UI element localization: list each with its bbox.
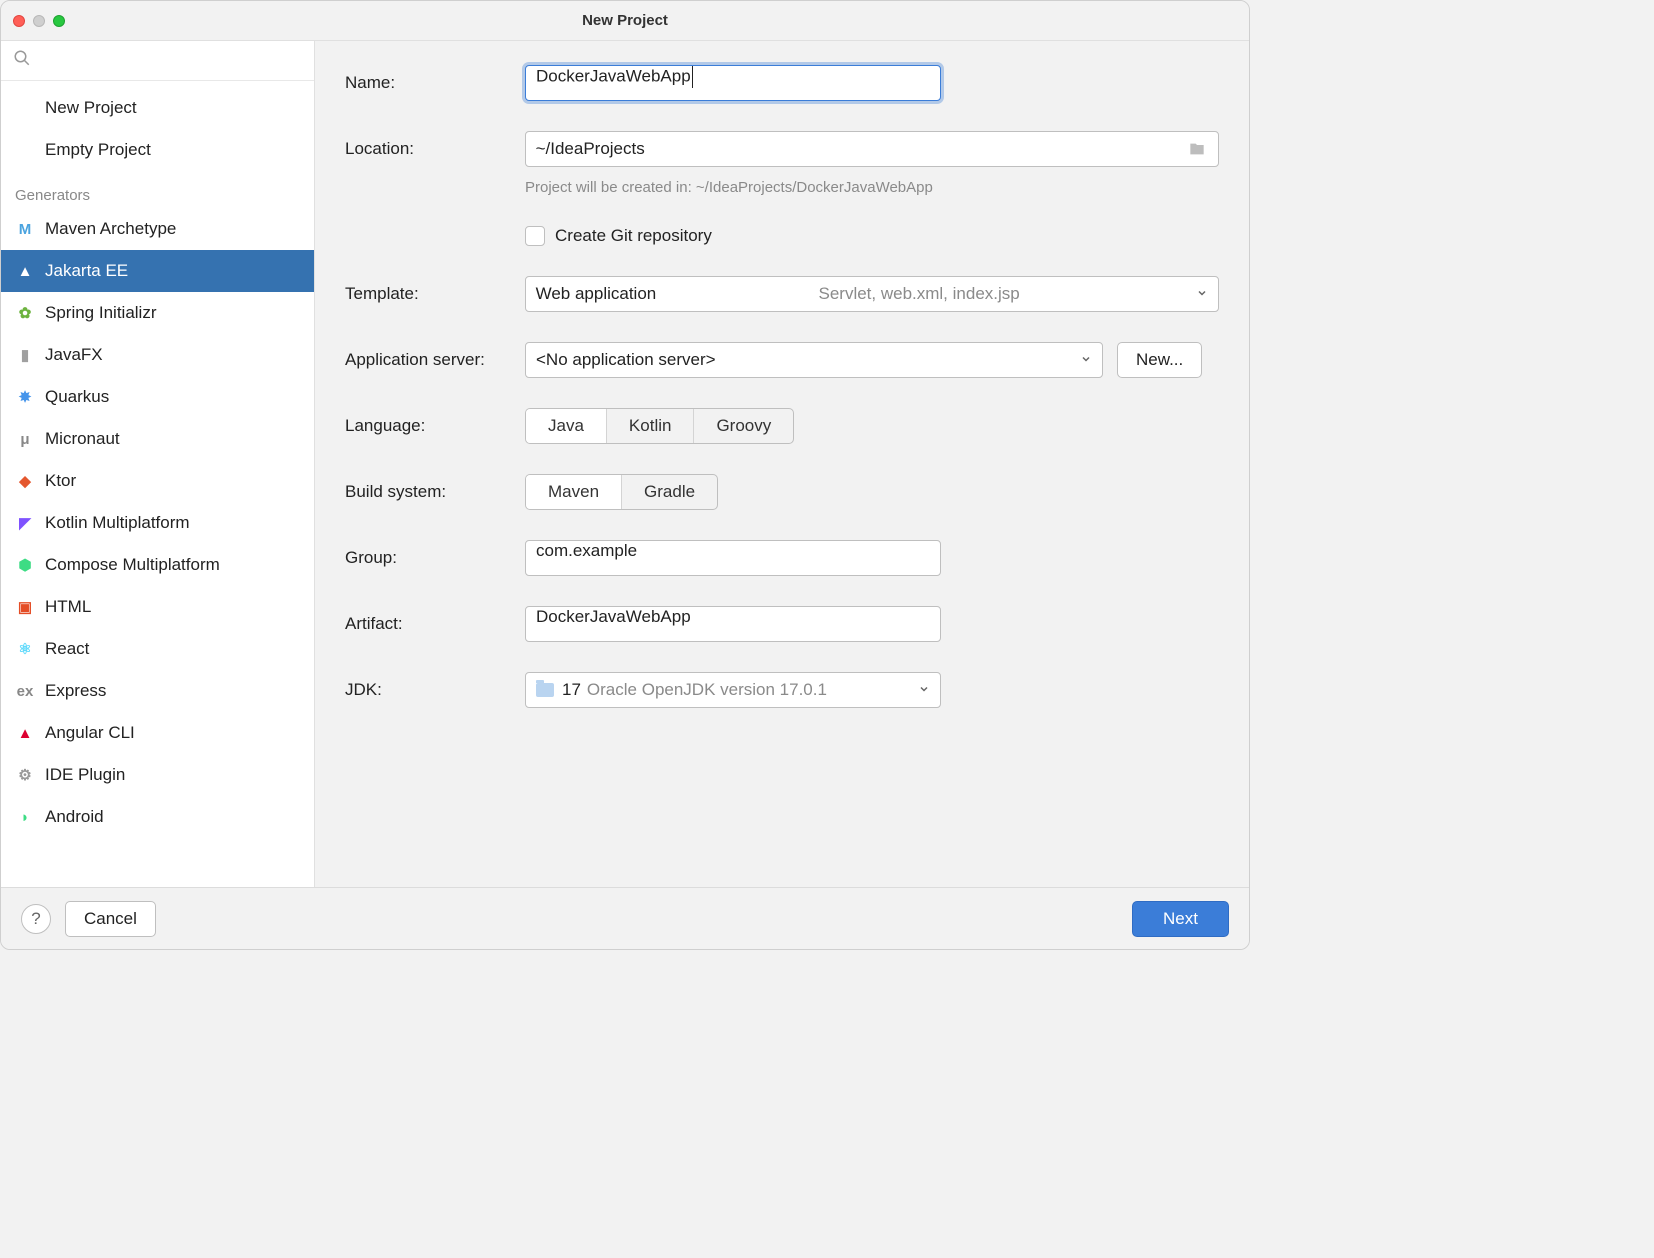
template-select[interactable]: Web application Servlet, web.xml, index.… <box>525 276 1219 312</box>
kotlin-multiplatform-icon: ◤ <box>15 513 35 533</box>
sidebar-item-kotlin-multiplatform[interactable]: ◤ Kotlin Multiplatform <box>1 502 314 544</box>
appserver-select[interactable]: <No application server> <box>525 342 1103 378</box>
jdk-folder-icon <box>536 683 554 697</box>
sidebar-item-angular-cli[interactable]: ▲ Angular CLI <box>1 712 314 754</box>
sidebar-item-empty-project[interactable]: Empty Project <box>1 129 314 171</box>
sidebar-item-label: Micronaut <box>45 429 120 449</box>
android-icon: ◗ <box>15 807 35 827</box>
git-checkbox-label: Create Git repository <box>555 226 712 246</box>
artifact-label: Artifact: <box>345 614 525 634</box>
sidebar-item-micronaut[interactable]: μ Micronaut <box>1 418 314 460</box>
sidebar-item-label: IDE Plugin <box>45 765 125 785</box>
zoom-window-button[interactable] <box>53 15 65 27</box>
jdk-select[interactable]: 17 Oracle OpenJDK version 17.0.1 <box>525 672 941 708</box>
sidebar-item-label: Jakarta EE <box>45 261 128 281</box>
sidebar-item-label: HTML <box>45 597 91 617</box>
appserver-new-button[interactable]: New... <box>1117 342 1202 378</box>
sidebar-item-spring-initializr[interactable]: ✿ Spring Initializr <box>1 292 314 334</box>
sidebar-item-label: Express <box>45 681 106 701</box>
jdk-label: JDK: <box>345 680 525 700</box>
sidebar-item-label: Maven Archetype <box>45 219 176 239</box>
sidebar-item-label: Kotlin Multiplatform <box>45 513 190 533</box>
language-option-groovy[interactable]: Groovy <box>694 409 793 443</box>
next-button[interactable]: Next <box>1132 901 1229 937</box>
group-label: Group: <box>345 548 525 568</box>
sidebar-item-label: Empty Project <box>45 140 151 160</box>
sidebar-list: New Project Empty Project Generators M Ma… <box>1 81 314 887</box>
chevron-down-icon <box>1196 284 1208 304</box>
location-input[interactable]: ~/IdeaProjects <box>525 131 1219 167</box>
sidebar-item-ide-plugin[interactable]: ⚙ IDE Plugin <box>1 754 314 796</box>
language-option-kotlin[interactable]: Kotlin <box>607 409 695 443</box>
build-segmented: MavenGradle <box>525 474 718 510</box>
sidebar-item-html[interactable]: ▣ HTML <box>1 586 314 628</box>
template-label: Template: <box>345 284 525 304</box>
appserver-label: Application server: <box>345 350 525 370</box>
artifact-input[interactable]: DockerJavaWebApp <box>525 606 941 642</box>
sidebar-item-new-project[interactable]: New Project <box>1 87 314 129</box>
titlebar: New Project <box>1 1 1249 41</box>
micronaut-icon: μ <box>15 429 35 449</box>
sidebar-item-label: Ktor <box>45 471 76 491</box>
sidebar-item-react[interactable]: ⚛ React <box>1 628 314 670</box>
sidebar-item-jakarta-ee[interactable]: ▲ Jakarta EE <box>1 250 314 292</box>
sidebar-item-quarkus[interactable]: ✸ Quarkus <box>1 376 314 418</box>
sidebar-item-label: New Project <box>45 98 137 118</box>
group-input[interactable]: com.example <box>525 540 941 576</box>
javafx-icon: ▮ <box>15 345 35 365</box>
sidebar-item-javafx[interactable]: ▮ JavaFX <box>1 334 314 376</box>
location-hint: Project will be created in: ~/IdeaProjec… <box>525 179 933 196</box>
compose-multiplatform-icon: ⬢ <box>15 555 35 575</box>
window-controls <box>13 15 65 27</box>
cancel-button[interactable]: Cancel <box>65 901 156 937</box>
angular-cli-icon: ▲ <box>15 723 35 743</box>
name-label: Name: <box>345 73 525 93</box>
sidebar-item-label: JavaFX <box>45 345 103 365</box>
html-icon: ▣ <box>15 597 35 617</box>
minimize-window-button[interactable] <box>33 15 45 27</box>
git-checkbox[interactable] <box>525 226 545 246</box>
sidebar-item-label: Compose Multiplatform <box>45 555 220 575</box>
language-option-java[interactable]: Java <box>526 409 607 443</box>
browse-folder-icon[interactable] <box>1186 141 1208 157</box>
chevron-down-icon <box>918 680 930 700</box>
sidebar-item-label: React <box>45 639 89 659</box>
form-panel: Name: DockerJavaWebApp Location: ~/IdeaP… <box>315 41 1249 887</box>
sidebar-item-express[interactable]: ex Express <box>1 670 314 712</box>
sidebar-item-compose-multiplatform[interactable]: ⬢ Compose Multiplatform <box>1 544 314 586</box>
sidebar: New Project Empty Project Generators M Ma… <box>1 41 315 887</box>
sidebar-item-label: Angular CLI <box>45 723 135 743</box>
help-button[interactable]: ? <box>21 904 51 934</box>
location-label: Location: <box>345 139 525 159</box>
build-label: Build system: <box>345 482 525 502</box>
express-icon: ex <box>15 681 35 701</box>
language-segmented: JavaKotlinGroovy <box>525 408 794 444</box>
sidebar-item-label: Android <box>45 807 104 827</box>
sidebar-section-header: Generators <box>1 171 314 208</box>
footer: ? Cancel Next <box>1 887 1249 949</box>
sidebar-item-maven-archetype[interactable]: M Maven Archetype <box>1 208 314 250</box>
react-icon: ⚛ <box>15 639 35 659</box>
sidebar-item-android[interactable]: ◗ Android <box>1 796 314 838</box>
window-title: New Project <box>1 12 1249 29</box>
build-option-gradle[interactable]: Gradle <box>622 475 717 509</box>
build-option-maven[interactable]: Maven <box>526 475 622 509</box>
sidebar-item-label: Spring Initializr <box>45 303 157 323</box>
ktor-icon: ◆ <box>15 471 35 491</box>
search-icon <box>13 51 31 71</box>
spring-initializr-icon: ✿ <box>15 303 35 323</box>
quarkus-icon: ✸ <box>15 387 35 407</box>
close-window-button[interactable] <box>13 15 25 27</box>
ide-plugin-icon: ⚙ <box>15 765 35 785</box>
sidebar-search[interactable] <box>1 41 314 81</box>
maven-archetype-icon: M <box>15 219 35 239</box>
language-label: Language: <box>345 416 525 436</box>
chevron-down-icon <box>1080 350 1092 370</box>
jakarta-ee-icon: ▲ <box>15 261 35 281</box>
sidebar-item-ktor[interactable]: ◆ Ktor <box>1 460 314 502</box>
name-input[interactable]: DockerJavaWebApp <box>525 65 941 101</box>
sidebar-item-label: Quarkus <box>45 387 109 407</box>
new-project-window: New Project New Project Empty Project Ge… <box>0 0 1250 950</box>
help-icon: ? <box>31 909 40 929</box>
